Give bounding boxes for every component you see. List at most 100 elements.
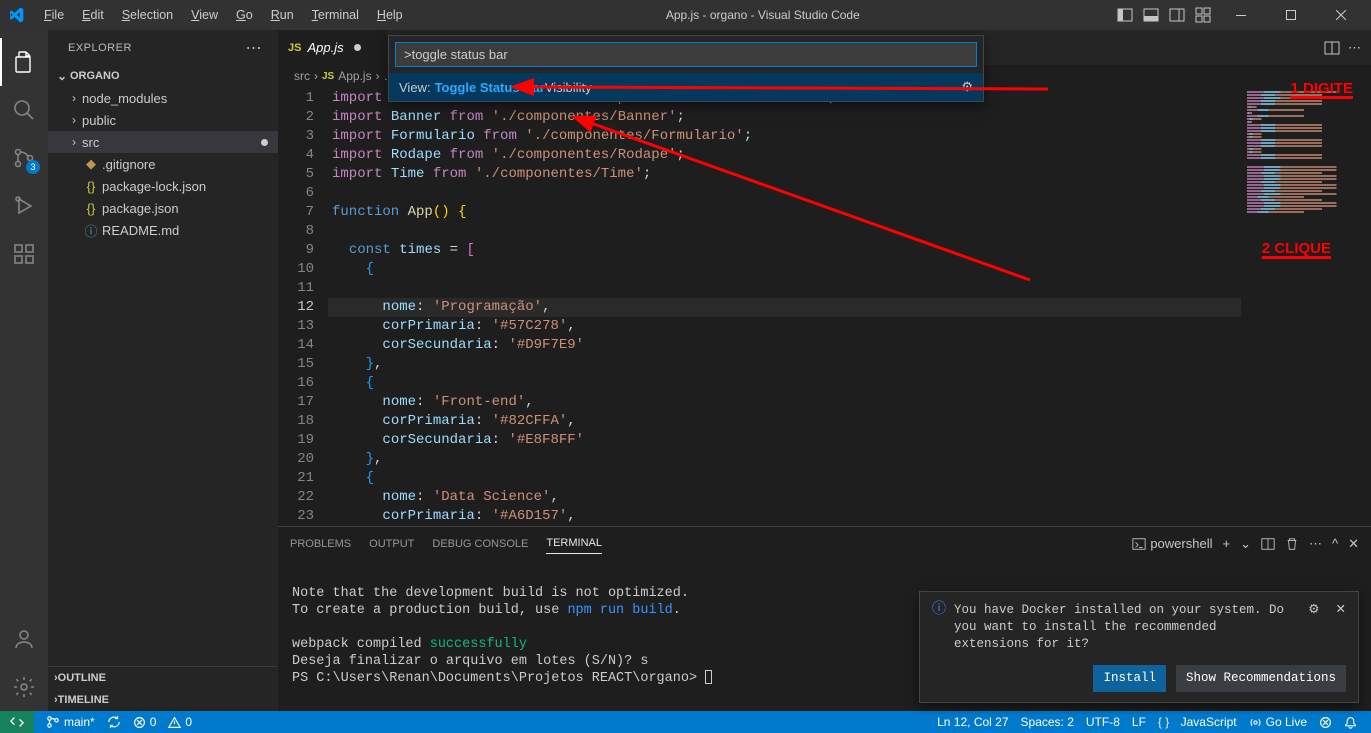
tab-more-icon[interactable]: ⋯	[1348, 40, 1361, 56]
status-lncol[interactable]: Ln 12, Col 27	[931, 711, 1014, 733]
menu-file[interactable]: File	[36, 4, 72, 26]
menu-edit[interactable]: Edit	[74, 4, 112, 26]
activity-search[interactable]	[0, 86, 48, 134]
status-lang[interactable]: { } JavaScript	[1152, 711, 1243, 733]
activity-debug[interactable]	[0, 182, 48, 230]
section-outline[interactable]: ›OUTLINE	[48, 667, 278, 689]
status-warnings[interactable]: 0	[162, 711, 198, 733]
json-icon: {}	[82, 201, 100, 216]
tab-label: App.js	[307, 40, 343, 55]
close-button[interactable]	[1319, 0, 1363, 30]
json-icon: {}	[82, 179, 100, 194]
tree-file-package-lock[interactable]: {}package-lock.json	[48, 175, 278, 197]
panel-tab-output[interactable]: OUTPUT	[369, 534, 414, 554]
notification-toast: ⓘ You have Docker installed on your syst…	[919, 591, 1359, 703]
panel-tab-terminal[interactable]: TERMINAL	[546, 533, 602, 554]
new-terminal-icon[interactable]: +	[1222, 536, 1230, 551]
command-palette-input[interactable]	[395, 42, 977, 67]
tree-file-readme[interactable]: ⓘREADME.md	[48, 219, 278, 241]
code-editor[interactable]: 1234567891011121314151617181920212223 im…	[278, 87, 1371, 526]
activity-account[interactable]	[0, 615, 48, 663]
layout-secondary-sidebar-icon[interactable]	[1167, 5, 1187, 25]
minimap[interactable]	[1241, 87, 1371, 526]
show-recommendations-button[interactable]: Show Recommendations	[1176, 665, 1346, 692]
minimize-button[interactable]	[1219, 0, 1263, 30]
terminal-content[interactable]: Note that the development build is not o…	[278, 560, 1371, 711]
panel-tab-problems[interactable]: PROBLEMS	[290, 534, 351, 554]
status-branch[interactable]: main*	[40, 711, 101, 733]
scm-badge: 3	[26, 160, 40, 174]
activity-settings[interactable]	[0, 663, 48, 711]
panel-close-icon[interactable]: ✕	[1348, 536, 1359, 552]
layout-panel-icon[interactable]	[1141, 5, 1161, 25]
menu-go[interactable]: Go	[228, 4, 261, 26]
split-editor-icon[interactable]	[1324, 40, 1340, 56]
info-icon: ⓘ	[82, 221, 100, 240]
tab-app-js[interactable]: JS App.js	[278, 30, 388, 65]
main-menu: File Edit Selection View Go Run Terminal…	[36, 4, 411, 26]
command-palette: View: Toggle Status Bar Visibility ⚙	[388, 35, 984, 102]
vscode-icon	[8, 7, 24, 23]
terminal-dropdown-icon[interactable]: ⌄	[1240, 536, 1251, 552]
tree-file-gitignore[interactable]: ◆.gitignore	[48, 153, 278, 175]
terminal-shell-label[interactable]: powershell	[1132, 536, 1212, 551]
tree-folder-src[interactable]: ›src	[48, 131, 278, 153]
activity-scm[interactable]: 3	[0, 134, 48, 182]
remote-button[interactable]	[0, 711, 34, 733]
menu-terminal[interactable]: Terminal	[304, 4, 367, 26]
tree-folder-public[interactable]: ›public	[48, 109, 278, 131]
status-notifications[interactable]	[1338, 711, 1363, 733]
layout-primary-sidebar-icon[interactable]	[1115, 5, 1135, 25]
code-content[interactable]: import CardColaborador from './component…	[332, 87, 1241, 526]
section-timeline[interactable]: ›TIMELINE	[48, 689, 278, 711]
file-tree: ⌄ORGANO ›node_modules ›public ›src ◆.git…	[48, 65, 278, 666]
command-palette-item[interactable]: View: Toggle Status Bar Visibility ⚙	[389, 73, 983, 101]
status-bar: main* 0 0 Ln 12, Col 27 Spaces: 2 UTF-8 …	[0, 711, 1371, 733]
modified-dot-icon	[261, 139, 268, 146]
explorer-more-icon[interactable]: ⋯	[246, 38, 263, 58]
menu-selection[interactable]: Selection	[114, 4, 181, 26]
menu-run[interactable]: Run	[263, 4, 302, 26]
explorer-header: EXPLORER ⋯	[48, 30, 278, 65]
kill-terminal-icon[interactable]	[1285, 537, 1299, 551]
layout-customize-icon[interactable]	[1193, 5, 1213, 25]
status-encoding[interactable]: UTF-8	[1080, 711, 1126, 733]
menu-view[interactable]: View	[183, 4, 226, 26]
editor-area: JS App.js ⋯ src› JS App.js›… 12345678910…	[278, 30, 1371, 711]
panel-maximize-icon[interactable]: ^	[1332, 536, 1338, 551]
toast-message: You have Docker installed on your system…	[954, 602, 1292, 653]
close-icon[interactable]: ✕	[1336, 602, 1346, 619]
status-spaces[interactable]: Spaces: 2	[1015, 711, 1080, 733]
panel-tabs: PROBLEMS OUTPUT DEBUG CONSOLE TERMINAL p…	[278, 527, 1371, 560]
title-right	[1115, 0, 1363, 30]
status-eol[interactable]: LF	[1126, 711, 1152, 733]
split-terminal-icon[interactable]	[1261, 537, 1275, 551]
panel-more-icon[interactable]: ⋯	[1309, 536, 1322, 552]
js-icon: JS	[288, 42, 301, 54]
tree-root[interactable]: ⌄ORGANO	[48, 65, 278, 87]
line-gutter: 1234567891011121314151617181920212223	[278, 87, 332, 526]
status-sync[interactable]	[101, 711, 127, 733]
tree-file-package-json[interactable]: {}package.json	[48, 197, 278, 219]
panel-terminal: PROBLEMS OUTPUT DEBUG CONSOLE TERMINAL p…	[278, 526, 1371, 711]
status-errors[interactable]: 0	[127, 711, 163, 733]
js-icon: JS	[322, 71, 334, 82]
tree-folder-node-modules[interactable]: ›node_modules	[48, 87, 278, 109]
info-icon: ⓘ	[932, 602, 946, 619]
activity-extensions[interactable]	[0, 230, 48, 278]
explorer-title: EXPLORER	[68, 42, 132, 54]
annotation-2: 2 CLIQUE	[1262, 240, 1331, 257]
status-golive[interactable]: Go Live	[1243, 711, 1313, 733]
install-button[interactable]: Install	[1093, 665, 1166, 692]
menu-help[interactable]: Help	[369, 4, 411, 26]
panel-tab-debug[interactable]: DEBUG CONSOLE	[432, 534, 528, 554]
explorer-sidebar: EXPLORER ⋯ ⌄ORGANO ›node_modules ›public…	[48, 30, 278, 711]
activity-bar: 3	[0, 30, 48, 711]
maximize-button[interactable]	[1269, 0, 1313, 30]
gear-icon[interactable]: ⚙	[961, 79, 973, 95]
window-title: App.js - organo - Visual Studio Code	[411, 8, 1115, 22]
status-prettier[interactable]	[1313, 711, 1338, 733]
gear-icon[interactable]: ⚙	[1308, 602, 1319, 619]
git-icon: ◆	[82, 156, 100, 172]
activity-explorer[interactable]	[0, 38, 48, 86]
